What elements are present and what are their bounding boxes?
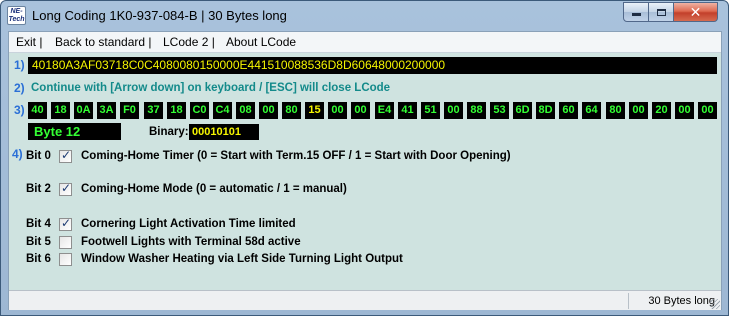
byte-cell-27[interactable]: 20 [652, 102, 671, 119]
byte-cell-3[interactable]: 3A [97, 102, 116, 119]
menu-back-to-standard[interactable]: Back to standard | [55, 35, 152, 49]
bit-description: Cornering Light Activation Time limited [81, 218, 296, 230]
minimize-button[interactable] [623, 2, 649, 22]
byte-cell-6[interactable]: 18 [167, 102, 186, 119]
bit-description: Coming-Home Timer (0 = Start with Term.1… [81, 150, 511, 162]
byte-cell-18[interactable]: 00 [444, 102, 463, 119]
byte-cell-5[interactable]: 37 [144, 102, 163, 119]
byte-cell-7[interactable]: C0 [190, 102, 209, 119]
byte-cell-8[interactable]: C4 [213, 102, 232, 119]
byte-cell-24[interactable]: 64 [582, 102, 601, 119]
byte-cell-0[interactable]: 40 [28, 102, 47, 119]
close-icon: ✕ [689, 4, 702, 20]
byte-cell-20[interactable]: 53 [490, 102, 509, 119]
byte-cell-14[interactable]: 00 [351, 102, 370, 119]
byte-cell-11[interactable]: 80 [282, 102, 301, 119]
byte-cell-13[interactable]: 00 [328, 102, 347, 119]
bit-label: Bit 4 [26, 218, 51, 230]
byte-cell-16[interactable]: 41 [398, 102, 417, 119]
byte-cell-23[interactable]: 60 [559, 102, 578, 119]
byte-cell-28[interactable]: 00 [675, 102, 694, 119]
bit-description: Window Washer Heating via Left Side Turn… [81, 253, 403, 265]
bit-label: Bit 0 [26, 150, 51, 162]
step-number-3: 3) [14, 103, 25, 117]
bit-0-checkbox[interactable] [59, 148, 72, 163]
byte-cell-26[interactable]: 00 [629, 102, 648, 119]
bit-2-checkbox[interactable] [59, 181, 72, 196]
step-number-4: 4) [12, 147, 23, 161]
coding-string-field[interactable]: 40180A3AF03718C0C4080080150000E441510088… [28, 57, 717, 74]
status-divider [628, 293, 629, 309]
bit-5-checkbox[interactable] [59, 236, 72, 249]
byte-cell-12[interactable]: 15 [305, 102, 324, 119]
status-text: 30 Bytes long [648, 295, 715, 307]
menu-exit[interactable]: Exit | [16, 35, 42, 49]
byte-cell-17[interactable]: 51 [421, 102, 440, 119]
byte-cell-1[interactable]: 18 [51, 102, 70, 119]
byte-cell-9[interactable]: 08 [236, 102, 255, 119]
bit-description: Coming-Home Mode (0 = automatic / 1 = ma… [81, 183, 347, 195]
maximize-button[interactable] [648, 2, 674, 22]
step-number-1: 1) [14, 58, 25, 72]
byte-cell-10[interactable]: 00 [259, 102, 278, 119]
byte-cell-25[interactable]: 80 [606, 102, 625, 119]
bit-6-checkbox[interactable] [59, 253, 72, 266]
window-title: Long Coding 1K0-937-084-B | 30 Bytes lon… [32, 8, 287, 23]
bit-label: Bit 5 [26, 236, 51, 248]
step-number-2: 2) [14, 81, 25, 95]
resize-grip-icon[interactable] [710, 299, 720, 309]
title-bar[interactable]: NE-Tech Long Coding 1K0-937-084-B | 30 B… [1, 1, 728, 31]
byte-cell-2[interactable]: 0A [74, 102, 93, 119]
status-bar: 30 Bytes long [9, 290, 721, 310]
selected-byte-label: Byte 12 [28, 123, 121, 140]
byte-cell-22[interactable]: 8D [536, 102, 555, 119]
byte-cell-21[interactable]: 6D [513, 102, 532, 119]
minimize-icon [631, 13, 641, 16]
bit-description: Footwell Lights with Terminal 58d active [81, 236, 301, 248]
maximize-icon [656, 9, 666, 16]
binary-label: Binary: [149, 126, 189, 138]
close-button[interactable]: ✕ [673, 2, 718, 22]
menu-bar: Exit | Back to standard | LCode 2 | Abou… [9, 32, 721, 53]
bit-label: Bit 6 [26, 253, 51, 265]
menu-lcode-2[interactable]: LCode 2 | [163, 35, 215, 49]
instruction-text: Continue with [Arrow down] on keyboard /… [31, 82, 391, 94]
byte-cell-29[interactable]: 00 [698, 102, 717, 119]
bit-4-checkbox[interactable] [59, 216, 72, 231]
client-area: Exit | Back to standard | LCode 2 | Abou… [8, 31, 722, 310]
binary-value: 00010101 [189, 124, 259, 140]
bit-label: Bit 2 [26, 183, 51, 195]
byte-cell-19[interactable]: 88 [467, 102, 486, 119]
byte-cell-4[interactable]: F0 [120, 102, 139, 119]
menu-about-lcode[interactable]: About LCode [226, 35, 296, 49]
byte-cell-15[interactable]: E4 [375, 102, 394, 119]
lcode-window: NE-Tech Long Coding 1K0-937-084-B | 30 B… [0, 0, 729, 316]
app-logo-icon: NE-Tech [7, 6, 26, 25]
